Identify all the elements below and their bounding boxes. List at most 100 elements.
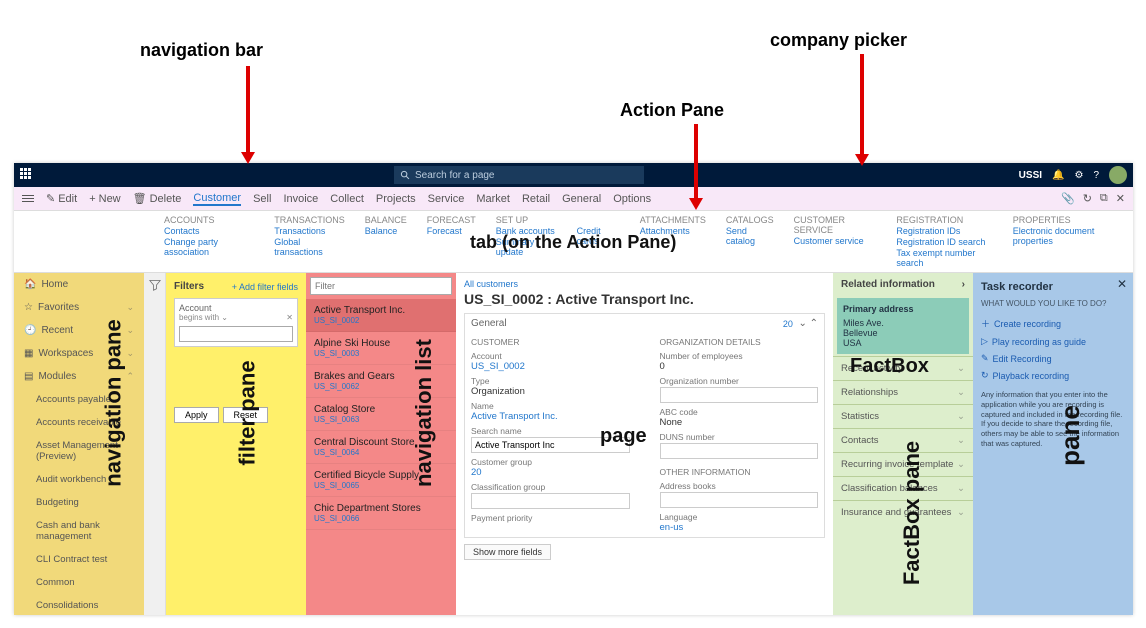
tab-customer[interactable]: Customer: [193, 192, 241, 206]
label-tab-action: tab (on the Action Pane): [470, 232, 676, 253]
val-custgroup[interactable]: 20: [471, 467, 630, 478]
label-nav-pane: navigation pane: [101, 319, 127, 486]
hamburger-icon[interactable]: [22, 195, 34, 202]
ap-global-trans[interactable]: Global transactions: [274, 237, 345, 257]
ap-reg1[interactable]: Registration IDs: [896, 226, 992, 236]
search-box[interactable]: Search for a page: [394, 166, 644, 184]
ap-attach-hdr: ATTACHMENTS: [640, 215, 706, 225]
help-icon[interactable]: ?: [1093, 170, 1099, 181]
val-account[interactable]: US_SI_0002: [471, 361, 630, 372]
tab-options[interactable]: Options: [613, 193, 651, 205]
search-icon: [400, 170, 411, 181]
filter-account-input[interactable]: [179, 326, 293, 342]
show-more-button[interactable]: Show more fields: [464, 544, 551, 560]
nav-favorites[interactable]: ☆ Favorites⌄: [14, 296, 144, 319]
section-general[interactable]: General: [471, 318, 507, 329]
fb-stats[interactable]: Statistics⌄: [833, 404, 973, 428]
annot-company-picker: company picker: [770, 30, 907, 51]
taskpane-close-icon[interactable]: ✕: [1117, 277, 1127, 291]
ap-sendcat[interactable]: Send catalog: [726, 226, 774, 246]
tp-playback[interactable]: ↻ Playback recording: [981, 367, 1125, 384]
tab-retail[interactable]: Retail: [522, 193, 550, 205]
tp-desc: Any information that you enter into the …: [981, 390, 1125, 449]
new-button[interactable]: + New: [89, 193, 120, 205]
annot-nav-bar: navigation bar: [140, 40, 263, 61]
tab-market[interactable]: Market: [476, 193, 510, 205]
ap-reg-hdr: REGISTRATION: [896, 215, 992, 225]
nav-m9[interactable]: Consolidations: [14, 594, 144, 615]
ap-prop-hdr: PROPERTIES: [1013, 215, 1123, 225]
lbl-name: Name: [471, 401, 630, 411]
lbl-orgdet: ORGANIZATION DETAILS: [660, 337, 819, 347]
ap-prop[interactable]: Electronic document properties: [1013, 226, 1123, 246]
navlist-filter[interactable]: [310, 277, 452, 295]
edit-button[interactable]: ✎ Edit: [46, 192, 77, 205]
nav-m7[interactable]: CLI Contract test: [14, 548, 144, 571]
apply-button[interactable]: Apply: [174, 407, 219, 423]
factbox-primary-address[interactable]: Primary address Miles Ave. Bellevue USA: [837, 298, 969, 354]
ap-contacts[interactable]: Contacts: [164, 226, 254, 236]
close-icon[interactable]: ✕: [1116, 192, 1125, 205]
tab-sell[interactable]: Sell: [253, 193, 271, 205]
lbl-numemp: Number of employees: [660, 351, 819, 361]
nav-m6[interactable]: Cash and bank management: [14, 514, 144, 548]
filter-toggle[interactable]: [144, 273, 166, 615]
action-toolbar: ✎ Edit + New 🗑 Delete Customer Sell Invo…: [14, 187, 1133, 211]
attach-icon[interactable]: 📎: [1061, 192, 1075, 205]
avatar[interactable]: [1109, 166, 1127, 184]
funnel-icon: [149, 279, 161, 291]
company-picker[interactable]: USSI: [1019, 170, 1042, 181]
refresh-icon[interactable]: ↻: [1083, 192, 1092, 205]
breadcrumb[interactable]: All customers: [464, 279, 825, 289]
add-filter-link[interactable]: + Add filter fields: [232, 282, 298, 292]
tp-play[interactable]: ▷ Play recording as guide: [981, 333, 1125, 350]
duns-input[interactable]: [660, 443, 819, 459]
tab-invoice[interactable]: Invoice: [283, 193, 318, 205]
tab-general[interactable]: General: [562, 193, 601, 205]
lbl-customer: CUSTOMER: [471, 337, 630, 347]
popup-icon[interactable]: ⧉: [1100, 192, 1108, 205]
label-pane: pane: [1055, 405, 1086, 466]
tp-create[interactable]: ＋ Create recording: [981, 314, 1125, 333]
taskpane-title: Task recorder: [981, 281, 1125, 293]
label-factbox-pane: FactBox pane: [899, 441, 925, 585]
ap-trans[interactable]: Transactions: [274, 226, 345, 236]
lbl-account: Account: [471, 351, 630, 361]
nav-home[interactable]: 🏠 Home: [14, 273, 144, 296]
list-item[interactable]: Chic Department StoresUS_SI_0066: [306, 497, 456, 530]
bell-icon[interactable]: 🔔: [1052, 170, 1064, 181]
lbl-payment: Payment priority: [471, 513, 630, 523]
ap-catalogs-hdr: CATALOGS: [726, 215, 774, 225]
delete-button[interactable]: 🗑 Delete: [133, 192, 182, 205]
app-launcher-icon[interactable]: [20, 168, 34, 182]
lbl-duns: DUNS number: [660, 432, 819, 442]
lbl-type: Type: [471, 376, 630, 386]
nav-m8[interactable]: Common: [14, 571, 144, 594]
val-abc: None: [660, 417, 819, 428]
nav-m5[interactable]: Budgeting: [14, 491, 144, 514]
factbox-header[interactable]: Related information›: [833, 273, 973, 296]
addrbooks-input[interactable]: [660, 492, 819, 508]
tab-service[interactable]: Service: [428, 193, 465, 205]
ap-reg2[interactable]: Registration ID search: [896, 237, 992, 247]
ap-reg3[interactable]: Tax exempt number search: [896, 248, 992, 268]
page-title: US_SI_0002 : Active Transport Inc.: [464, 291, 825, 307]
lbl-orgnum: Organization number: [660, 376, 819, 386]
task-recorder-pane: ✕ Task recorder WHAT WOULD YOU LIKE TO D…: [973, 273, 1133, 615]
ap-cs[interactable]: Customer service: [794, 236, 877, 246]
tab-collect[interactable]: Collect: [330, 193, 364, 205]
label-factbox: FactBox: [850, 355, 929, 378]
gear-icon[interactable]: ⚙: [1074, 170, 1083, 181]
label-nav-list: navigation list: [411, 339, 437, 487]
tp-edit[interactable]: ✎ Edit Recording: [981, 350, 1125, 367]
tab-projects[interactable]: Projects: [376, 193, 416, 205]
fb-rel[interactable]: Relationships⌄: [833, 380, 973, 404]
ap-balance[interactable]: Balance: [365, 226, 407, 236]
list-item[interactable]: Active Transport Inc.US_SI_0002: [306, 299, 456, 332]
ap-change-party[interactable]: Change party association: [164, 237, 254, 257]
val-name[interactable]: Active Transport Inc.: [471, 411, 630, 422]
ap-forecast[interactable]: Forecast: [427, 226, 476, 236]
classgroup-input[interactable]: [471, 493, 630, 509]
val-lang[interactable]: en-us: [660, 522, 819, 533]
orgnum-input[interactable]: [660, 387, 819, 403]
